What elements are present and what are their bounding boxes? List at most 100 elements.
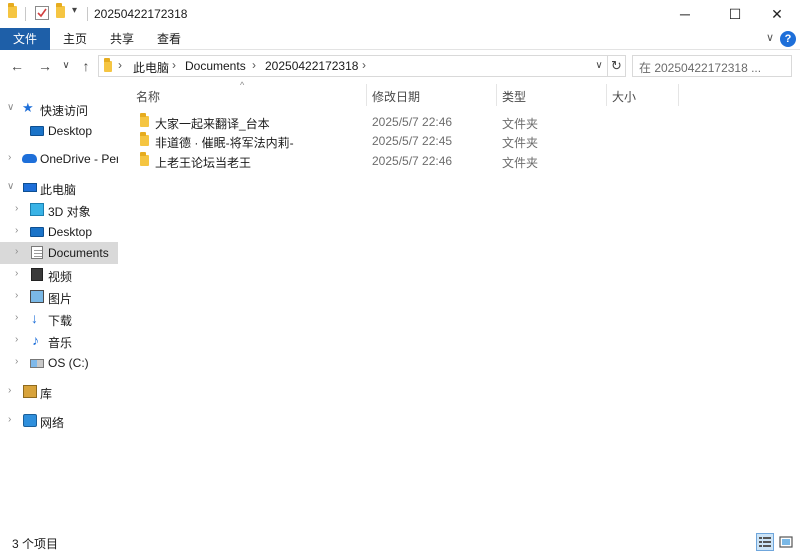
sidebar-item-label: OneDrive - Per <box>40 152 118 166</box>
breadcrumb-current-folder[interactable]: 20250422172318 <box>265 59 358 73</box>
chevron-right-icon[interactable]: › <box>15 203 18 214</box>
chevron-right-icon[interactable]: › <box>8 152 11 163</box>
chevron-right-icon[interactable]: › <box>362 58 366 72</box>
sidebar-item-label: 3D 对象 <box>48 205 91 219</box>
sort-indicator-icon: ^ <box>240 80 245 90</box>
file-date-modified: 2025/5/7 22:46 <box>372 154 453 168</box>
chevron-right-icon[interactable]: › <box>8 414 11 425</box>
sidebar-item-libraries[interactable]: › 库 <box>0 381 118 403</box>
recent-locations-button[interactable]: ∨ <box>59 56 73 76</box>
document-icon <box>31 246 43 259</box>
breadcrumb-this-pc[interactable]: 此电脑 <box>133 59 169 76</box>
star-icon: ★ <box>22 100 34 115</box>
forward-button[interactable]: → <box>35 56 55 76</box>
sidebar-item-label: 库 <box>40 387 53 401</box>
details-view-button[interactable] <box>756 533 774 551</box>
sidebar-item-onedrive[interactable]: › OneDrive - Per <box>0 148 118 170</box>
chevron-right-icon[interactable]: › <box>118 58 122 72</box>
help-icon[interactable]: ? <box>780 31 796 47</box>
tab-home[interactable]: 主页 <box>54 28 96 50</box>
customize-toolbar-dropdown[interactable]: ▾ <box>72 5 77 16</box>
window-title: 20250422172318 <box>94 7 188 21</box>
chevron-right-icon[interactable]: › <box>15 334 18 345</box>
sidebar-item-network[interactable]: › 网络 <box>0 410 118 432</box>
sidebar-item-videos[interactable]: › 视频 <box>0 264 118 286</box>
video-icon <box>31 268 43 281</box>
sidebar-item-desktop[interactable]: Desktop <box>0 120 118 142</box>
sidebar-item-music[interactable]: › ♪ 音乐 <box>0 330 118 352</box>
sidebar-item-this-pc[interactable]: ∨ 此电脑 <box>0 177 118 199</box>
drive-icon <box>30 359 44 368</box>
folder-icon <box>140 152 149 166</box>
file-row[interactable]: 大家一起来翻译_台本 2025/5/7 22:46 文件夹 <box>128 112 668 132</box>
sidebar-item-3d-objects[interactable]: › 3D 对象 <box>0 199 118 221</box>
column-header-date-modified[interactable]: 修改日期 <box>372 88 420 105</box>
column-header-name[interactable]: 名称 <box>136 88 160 105</box>
chevron-right-icon[interactable]: › <box>15 268 18 279</box>
column-divider[interactable] <box>496 84 497 106</box>
up-button[interactable]: ↑ <box>76 56 96 76</box>
sidebar-item-desktop-pc[interactable]: › Desktop <box>0 221 118 243</box>
library-icon <box>23 385 37 398</box>
file-date-modified: 2025/5/7 22:46 <box>372 115 453 129</box>
ribbon-collapse-icon[interactable]: ∨ <box>766 31 774 44</box>
file-type: 文件夹 <box>502 136 539 150</box>
large-icons-view-button[interactable] <box>777 533 795 551</box>
folder-icon <box>140 132 149 146</box>
address-dropdown-icon[interactable]: ∨ <box>591 56 607 76</box>
file-row[interactable]: 上老王论坛当老王 2025/5/7 22:46 文件夹 <box>128 151 668 171</box>
sidebar-item-label: 快速访问 <box>40 104 89 118</box>
file-name: 非道德 · 催眠-将军法内莉- <box>155 136 294 150</box>
sidebar-item-label: Desktop <box>48 225 93 239</box>
breadcrumb-documents[interactable]: Documents <box>185 59 246 73</box>
music-icon: ♪ <box>32 332 39 348</box>
sidebar-item-downloads[interactable]: › ↓ 下载 <box>0 308 118 330</box>
close-button[interactable]: ✕ <box>754 0 800 28</box>
cube-icon <box>30 203 44 216</box>
chevron-right-icon[interactable]: › <box>15 225 18 236</box>
column-header-type[interactable]: 类型 <box>502 88 526 105</box>
column-divider[interactable] <box>678 84 679 106</box>
refresh-button[interactable]: ↻ <box>608 55 626 77</box>
expanded-chevron-icon[interactable]: ∨ <box>7 181 14 192</box>
sidebar-item-quick-access[interactable]: ∨ ★ 快速访问 <box>0 98 118 120</box>
toolbar-divider <box>87 7 88 21</box>
tab-share[interactable]: 共享 <box>101 28 143 50</box>
sidebar-item-label: Documents <box>48 246 109 260</box>
address-bar[interactable]: › 此电脑 › Documents › 20250422172318 › ∨ <box>98 55 608 77</box>
sidebar-item-label: OS (C:) <box>48 356 89 370</box>
sidebar-item-label: 网络 <box>40 416 65 430</box>
tab-file[interactable]: 文件 <box>0 28 50 50</box>
back-button[interactable]: ← <box>7 56 27 76</box>
download-icon: ↓ <box>31 310 38 326</box>
expanded-chevron-icon[interactable]: ∨ <box>7 102 14 113</box>
new-folder-icon[interactable] <box>56 3 65 18</box>
file-row[interactable]: 非道德 · 催眠-将军法内莉- 2025/5/7 22:45 文件夹 <box>128 131 668 151</box>
chevron-right-icon[interactable]: › <box>172 58 176 72</box>
chevron-right-icon[interactable]: › <box>8 385 11 396</box>
chevron-right-icon[interactable]: › <box>252 58 256 72</box>
search-input[interactable]: 在 20250422172318 ... <box>632 55 792 77</box>
large-icons-view-icon <box>779 536 793 548</box>
chevron-right-icon[interactable]: › <box>15 290 18 301</box>
properties-icon[interactable] <box>35 6 49 20</box>
sidebar-item-os-c[interactable]: › OS (C:) <box>0 352 118 374</box>
network-icon <box>23 414 37 427</box>
column-header-size[interactable]: 大小 <box>612 88 636 105</box>
sidebar-item-documents[interactable]: › Documents <box>0 242 118 264</box>
sidebar-item-label: 音乐 <box>48 336 73 350</box>
sidebar-item-pictures[interactable]: › 图片 <box>0 286 118 308</box>
chevron-right-icon[interactable]: › <box>15 312 18 323</box>
column-divider[interactable] <box>366 84 367 106</box>
folder-icon <box>8 3 17 18</box>
chevron-right-icon[interactable]: › <box>15 356 18 367</box>
column-divider[interactable] <box>606 84 607 106</box>
maximize-button[interactable]: ☐ <box>712 0 758 28</box>
minimize-button[interactable]: ─ <box>662 0 708 28</box>
status-bar: 3 个项目 <box>0 531 800 553</box>
computer-icon <box>23 183 37 192</box>
chevron-right-icon[interactable]: › <box>15 246 18 257</box>
file-name: 大家一起来翻译_台本 <box>155 117 270 131</box>
tab-view[interactable]: 查看 <box>148 28 190 50</box>
file-type: 文件夹 <box>502 156 539 170</box>
